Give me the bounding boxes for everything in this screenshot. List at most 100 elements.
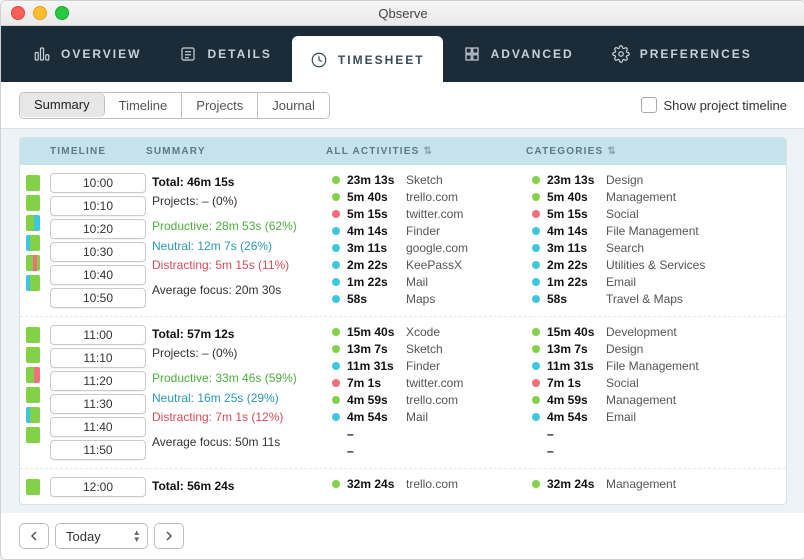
status-dot-icon — [332, 295, 340, 303]
list-item: 1m 22sEmail — [532, 275, 780, 289]
status-dot-icon — [332, 447, 340, 455]
status-dot-icon — [332, 227, 340, 235]
status-dot-icon — [532, 345, 540, 353]
footer: Today ▲▼ — [1, 513, 804, 559]
status-dot-icon — [532, 295, 540, 303]
status-dot-icon — [332, 328, 340, 336]
grid-icon — [463, 45, 481, 63]
list-item: 4m 59strello.com — [332, 393, 532, 407]
date-selector[interactable]: Today ▲▼ — [55, 523, 148, 549]
show-project-timeline-checkbox[interactable]: Show project timeline — [641, 97, 787, 113]
status-dot-icon — [332, 430, 340, 438]
list-item: 58sTravel & Maps — [532, 292, 780, 306]
status-dot-icon — [532, 480, 540, 488]
header-summary: SUMMARY — [146, 146, 326, 157]
timeline-bar — [26, 387, 40, 403]
activities-cell: 15m 40sXcode13m 7sSketch11m 31sFinder7m … — [332, 325, 532, 460]
sort-icon: ⇅ — [607, 146, 617, 157]
table-body[interactable]: 10:0010:1010:2010:3010:4010:50Total: 46m… — [20, 165, 786, 504]
activities-cell: 23m 13sSketch 5m 40strello.com 5m 15stwitt… — [332, 173, 532, 308]
table-row: 10:0010:1010:2010:3010:4010:50Total: 46m… — [20, 165, 786, 317]
titlebar: Qbserve — [1, 1, 804, 26]
list-item: 5m 15stwitter.com — [332, 207, 532, 221]
timeline-bar — [26, 175, 40, 191]
list-item: – — [332, 444, 532, 458]
time-chip[interactable]: 10:50 — [50, 288, 146, 308]
list-item: 13m 7sSketch — [332, 342, 532, 356]
list-item: 23m 13sSketch — [332, 173, 532, 187]
status-dot-icon — [332, 480, 340, 488]
list-item: – — [532, 444, 780, 458]
status-dot-icon — [332, 193, 340, 201]
app-window: Qbserve OVERVIEW DETAILS TIMESHEET ADVAN… — [0, 0, 804, 560]
segment-timeline[interactable]: Timeline — [105, 93, 183, 118]
toolbar: Summary Timeline Projects Journal Show p… — [1, 82, 804, 129]
tab-overview[interactable]: OVERVIEW — [15, 26, 159, 82]
table-row: 11:0011:1011:2011:3011:4011:50Total: 57m… — [20, 317, 786, 469]
list-item: 2m 22sUtilities & Services — [532, 258, 780, 272]
list-item: 7m 1sSocial — [532, 376, 780, 390]
barchart-icon — [33, 45, 51, 63]
time-chip[interactable]: 11:10 — [50, 348, 146, 368]
status-dot-icon — [532, 447, 540, 455]
prev-button[interactable] — [19, 523, 49, 549]
header-timeline: TIMELINE — [44, 146, 146, 157]
clock-icon — [310, 51, 328, 69]
segment-summary[interactable]: Summary — [20, 93, 105, 117]
time-chip[interactable]: 10:30 — [50, 242, 146, 262]
list-item: 4m 14sFinder — [332, 224, 532, 238]
status-dot-icon — [532, 193, 540, 201]
status-dot-icon — [532, 244, 540, 252]
header-activities[interactable]: ALL ACTIVITIES⇅ — [326, 146, 526, 157]
status-dot-icon — [532, 379, 540, 387]
sort-icon: ⇅ — [423, 146, 433, 157]
tab-details[interactable]: DETAILS — [161, 26, 289, 82]
time-chip[interactable]: 12:00 — [50, 477, 146, 497]
list-item: 5m 40strello.com — [332, 190, 532, 204]
list-item: 5m 40sManagement — [532, 190, 780, 204]
status-dot-icon — [332, 413, 340, 421]
time-chip[interactable]: 11:00 — [50, 325, 146, 345]
status-dot-icon — [532, 261, 540, 269]
tab-preferences[interactable]: PREFERENCES — [594, 26, 770, 82]
segment-projects[interactable]: Projects — [182, 93, 258, 118]
chevron-right-icon — [165, 531, 173, 541]
time-chip[interactable]: 10:40 — [50, 265, 146, 285]
next-button[interactable] — [154, 523, 184, 549]
list-icon — [179, 45, 197, 63]
activities-cell: 32m 24strello.com — [332, 477, 532, 497]
header-categories[interactable]: CATEGORIES⇅ — [526, 146, 780, 157]
list-item: 4m 54sEmail — [532, 410, 780, 424]
time-chip[interactable]: 11:50 — [50, 440, 146, 460]
status-dot-icon — [532, 328, 540, 336]
segment-journal[interactable]: Journal — [258, 93, 329, 118]
tab-timesheet[interactable]: TIMESHEET — [292, 36, 443, 83]
tab-advanced[interactable]: ADVANCED — [445, 26, 592, 82]
list-item: 5m 15sSocial — [532, 207, 780, 221]
status-dot-icon — [332, 176, 340, 184]
status-dot-icon — [532, 278, 540, 286]
time-chip[interactable]: 10:20 — [50, 219, 146, 239]
timeline-bar — [26, 215, 40, 231]
status-dot-icon — [332, 210, 340, 218]
content-area: TIMELINE SUMMARY ALL ACTIVITIES⇅ CATEGOR… — [1, 129, 804, 513]
list-item: – — [332, 427, 532, 441]
list-item: 32m 24sManagement — [532, 477, 780, 491]
list-item: 3m 11sSearch — [532, 241, 780, 255]
time-chip[interactable]: 11:20 — [50, 371, 146, 391]
time-chip[interactable]: 10:10 — [50, 196, 146, 216]
time-chip[interactable]: 11:40 — [50, 417, 146, 437]
timeline-bar — [26, 195, 40, 211]
list-item: 11m 31sFinder — [332, 359, 532, 373]
time-chip[interactable]: 10:00 — [50, 173, 146, 193]
table-row: 12:00 Total: 56m 24s32m 24strello.com32m … — [20, 469, 786, 504]
gear-icon — [612, 45, 630, 63]
time-chip[interactable]: 11:30 — [50, 394, 146, 414]
status-dot-icon — [532, 430, 540, 438]
summary-cell: Total: 56m 24s — [152, 477, 332, 497]
timeline-bar — [26, 367, 40, 383]
list-item: 13m 7sDesign — [532, 342, 780, 356]
list-item: 2m 22sKeePassX — [332, 258, 532, 272]
table-header: TIMELINE SUMMARY ALL ACTIVITIES⇅ CATEGOR… — [20, 138, 786, 165]
list-item: 58sMaps — [332, 292, 532, 306]
